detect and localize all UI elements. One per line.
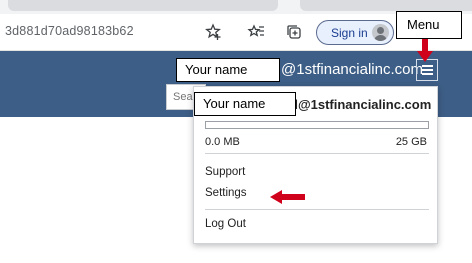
screenshot: 3d881d70ad98183b62 Sign in @1stfinancial… [0,0,472,263]
storage-usage-bar [205,121,429,129]
menu-item-settings[interactable]: Settings [205,187,247,199]
menu-callout: Menu [396,11,462,39]
hamburger-line [421,65,433,67]
favorites-icon[interactable] [245,21,267,43]
address-bar-url[interactable]: 3d881d70ad98183b62 [5,24,134,38]
collections-icon[interactable] [283,21,305,43]
menu-item-support[interactable]: Support [205,166,245,178]
divider [205,153,429,154]
sign-in-label: Sign in [331,26,368,40]
hamburger-line [421,69,433,71]
arrow-to-settings-icon [270,190,306,204]
storage-used: 0.0 MB [205,136,240,148]
profile-avatar-icon [372,24,389,41]
your-name-callout-dropdown: Your name [194,92,296,116]
sign-in-button[interactable]: Sign in [316,20,394,45]
your-name-callout-header: Your name [176,58,280,82]
divider [205,209,429,210]
arrow-to-menu-icon [417,39,433,63]
browser-tab[interactable] [300,0,472,11]
add-favorite-star-icon[interactable] [203,21,225,43]
browser-tab[interactable] [8,0,278,11]
hamburger-line [421,73,433,75]
account-email-suffix: @1stfinancialinc.com [281,61,423,78]
menu-item-log-out[interactable]: Log Out [205,218,246,230]
storage-total: 25 GB [395,136,427,148]
dropdown-email-suffix: d@1stfinancialinc.com [290,97,432,112]
